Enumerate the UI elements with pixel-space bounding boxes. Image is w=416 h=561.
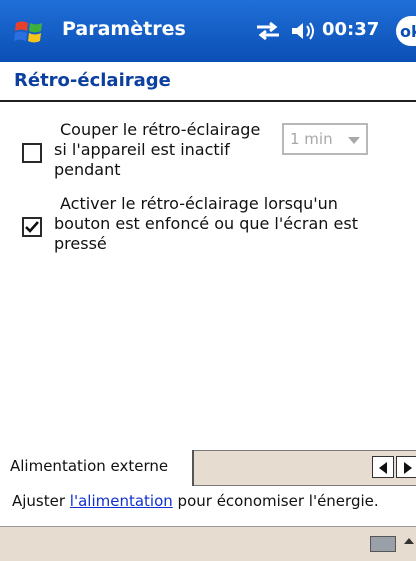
arrow-left-icon: [379, 462, 387, 474]
tab-external-power[interactable]: Alimentation externe: [0, 450, 194, 486]
tab-scroll-right-button[interactable]: [396, 456, 416, 478]
ok-button-label: ok: [400, 21, 416, 41]
windows-start-icon[interactable]: [14, 17, 44, 47]
ok-button[interactable]: ok: [396, 16, 416, 46]
volume-icon[interactable]: [290, 19, 316, 43]
tab-strip: Alimentation externe: [0, 450, 416, 486]
connectivity-icon[interactable]: [254, 19, 282, 43]
backlight-off-line-1: Couper le rétro-éclairage: [60, 120, 261, 139]
power-hint-suffix: pour économiser l'énergie.: [172, 492, 379, 510]
backlight-off-checkbox[interactable]: [22, 143, 42, 163]
backlight-on-press-line-1: Activer le rétro-éclairage lorsqu'un: [60, 194, 338, 213]
power-hint-prefix: Ajuster: [12, 492, 70, 510]
tab-scroll-left-button[interactable]: [372, 456, 394, 478]
backlight-on-press-line-2: bouton est enfoncé ou que l'écran est: [54, 214, 358, 233]
menu-bar: [0, 526, 416, 561]
chevron-down-icon: [348, 137, 360, 144]
arrow-right-icon: [404, 462, 412, 474]
inactivity-delay-select[interactable]: 1 min: [282, 123, 368, 155]
heading-divider: [0, 100, 416, 102]
backlight-off-label: Couper le rétro-éclairage si l'appareil …: [54, 120, 274, 180]
backlight-on-press-label: Activer le rétro-éclairage lorsqu'un bou…: [54, 194, 394, 254]
tab-external-power-label: Alimentation externe: [10, 457, 169, 475]
app-title: Paramètres: [62, 18, 186, 40]
backlight-on-press-line-3: pressé: [54, 234, 107, 253]
power-hint: Ajuster l'alimentation pour économiser l…: [12, 492, 379, 510]
keyboard-icon[interactable]: [370, 536, 396, 552]
backlight-on-press-checkbox[interactable]: [22, 217, 42, 237]
backlight-off-line-3: pendant: [54, 160, 121, 179]
page-title: Rétro-éclairage: [14, 70, 171, 91]
clock[interactable]: 00:37: [322, 19, 379, 40]
title-bar: Paramètres 00:37 ok: [0, 0, 416, 62]
input-menu-arrow-icon[interactable]: [404, 538, 414, 544]
checkmark-icon: [25, 221, 39, 233]
backlight-off-line-2: si l'appareil est inactif: [54, 140, 230, 159]
inactivity-delay-value: 1 min: [290, 130, 333, 148]
power-settings-link[interactable]: l'alimentation: [70, 492, 173, 510]
